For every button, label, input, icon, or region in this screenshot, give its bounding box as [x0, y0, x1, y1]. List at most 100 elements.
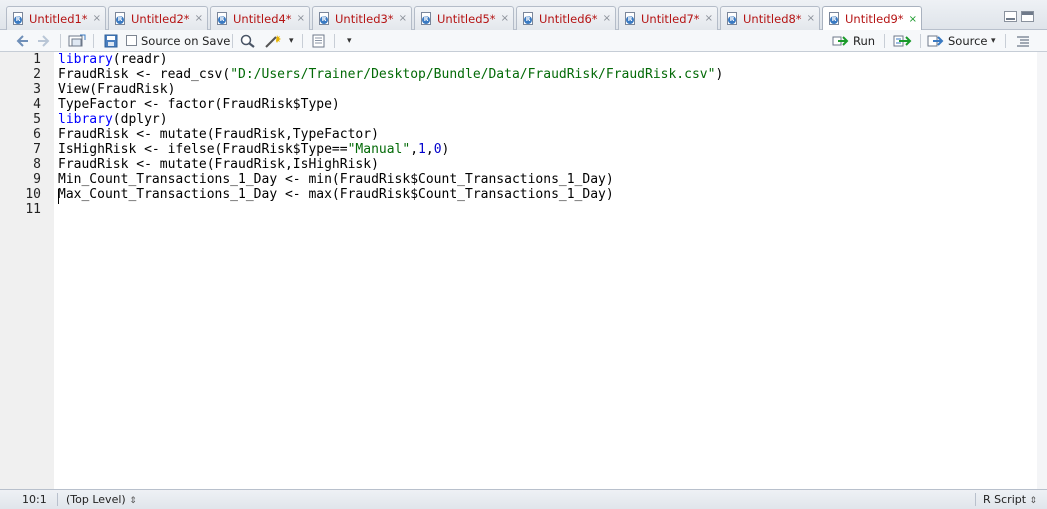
- number-literal: 0: [433, 142, 442, 157]
- source-button[interactable]: Source: [927, 32, 988, 49]
- code-text: FraudRisk <- mutate(FraudRisk,TypeFactor…: [58, 127, 379, 142]
- r-file-icon: R: [624, 11, 637, 26]
- number-literal: 1: [418, 142, 426, 157]
- code-text: FraudRisk <- mutate(FraudRisk,IsHighRisk…: [58, 157, 379, 172]
- code-line-6[interactable]: FraudRisk <- mutate(FraudRisk,TypeFactor…: [58, 127, 379, 142]
- show-in-window-icon[interactable]: [68, 32, 86, 49]
- code-text: IsHighRisk <- ifelse(FraudRisk$Type==: [58, 142, 348, 157]
- code-text: Max_Count_Transactions_1_Day <- max(Frau…: [58, 187, 614, 202]
- vertical-scrollbar[interactable]: [1037, 52, 1047, 489]
- tab-untitled1[interactable]: R Untitled1* ×: [6, 6, 106, 30]
- close-icon[interactable]: ×: [93, 13, 101, 24]
- line-number: 10: [25, 187, 41, 202]
- scope-arrows-icon: ⇕: [129, 496, 137, 506]
- line-number: 7: [33, 142, 41, 157]
- keyword: library: [58, 52, 113, 67]
- tab-untitled9[interactable]: R Untitled9* ×: [822, 6, 922, 31]
- file-type-selector[interactable]: R Script ⇕: [983, 493, 1037, 506]
- run-button[interactable]: Run: [832, 32, 875, 49]
- code-text: (readr): [112, 52, 168, 67]
- minimize-pane-icon[interactable]: [1004, 11, 1017, 22]
- close-icon[interactable]: ×: [195, 13, 203, 24]
- r-file-icon: R: [828, 12, 841, 26]
- scope-selector[interactable]: (Top Level) ⇕: [66, 493, 137, 506]
- r-file-icon: R: [420, 11, 433, 26]
- status-bar: 10:1 (Top Level) ⇕ R Script ⇕: [0, 489, 1047, 509]
- re-run-icon[interactable]: [893, 32, 915, 49]
- tab-untitled8[interactable]: R Untitled8* ×: [720, 6, 820, 30]
- file-type-label: R Script: [983, 493, 1027, 506]
- code-text: ): [441, 142, 450, 157]
- code-text: View(FraudRisk): [58, 82, 176, 97]
- document-outline-icon[interactable]: [1016, 32, 1030, 49]
- tab-untitled6[interactable]: R Untitled6* ×: [516, 6, 616, 30]
- tab-label: Untitled4*: [233, 11, 292, 26]
- tab-bar: R Untitled1* × R Untitled2* × R Untitled…: [0, 0, 1047, 31]
- line-number: 2: [33, 67, 41, 82]
- compile-report-icon[interactable]: [311, 32, 327, 49]
- close-icon[interactable]: ×: [909, 14, 917, 25]
- back-arrow-icon[interactable]: [14, 32, 30, 49]
- code-line-9[interactable]: Min_Count_Transactions_1_Day <- min(Frau…: [58, 172, 614, 187]
- code-line-4[interactable]: TypeFactor <- factor(FraudRisk$Type): [58, 97, 340, 112]
- close-icon[interactable]: ×: [399, 13, 407, 24]
- source-label: Source: [948, 33, 988, 48]
- line-number-gutter: 1 2 3 4 5 6 7 8 9 10 11: [0, 52, 54, 489]
- close-icon[interactable]: ×: [705, 13, 713, 24]
- r-file-icon: R: [522, 11, 535, 26]
- string-literal: "D:/Users/Trainer/Desktop/Bundle/Data/Fr…: [230, 67, 716, 82]
- source-dropdown-icon[interactable]: ▾: [991, 32, 996, 49]
- code-text: ): [715, 67, 724, 82]
- close-icon[interactable]: ×: [807, 13, 815, 24]
- forward-arrow-icon[interactable]: [36, 32, 52, 49]
- close-icon[interactable]: ×: [297, 13, 305, 24]
- save-icon[interactable]: [104, 32, 118, 49]
- code-text: FraudRisk <- read_csv(: [58, 67, 231, 82]
- file-type-arrows-icon: ⇕: [1029, 496, 1038, 506]
- tab-label: Untitled9*: [845, 12, 904, 26]
- code-line-5[interactable]: library(dplyr): [58, 112, 168, 127]
- tab-untitled7[interactable]: R Untitled7* ×: [618, 6, 718, 30]
- tab-label: Untitled8*: [743, 11, 802, 26]
- cursor-position: 10:1: [22, 493, 47, 506]
- code-text: ,: [410, 142, 419, 157]
- line-number: 8: [33, 157, 41, 172]
- maximize-pane-icon[interactable]: [1021, 11, 1034, 22]
- source-on-save-checkbox[interactable]: Source on Save: [126, 32, 230, 49]
- line-number: 4: [33, 97, 41, 112]
- r-file-icon: R: [726, 11, 739, 26]
- tab-untitled2[interactable]: R Untitled2* ×: [108, 6, 208, 30]
- code-tools-dropdown-icon[interactable]: ▾: [289, 32, 294, 49]
- code-line-8[interactable]: FraudRisk <- mutate(FraudRisk,IsHighRisk…: [58, 157, 379, 172]
- string-literal: "Manual": [347, 142, 411, 157]
- tab-untitled3[interactable]: R Untitled3* ×: [312, 6, 412, 30]
- source-arrow-icon: [927, 35, 944, 46]
- line-number: 6: [33, 127, 41, 142]
- code-editor[interactable]: 1 2 3 4 5 6 7 8 9 10 11 library(readr) F…: [0, 52, 1047, 489]
- code-line-3[interactable]: View(FraudRisk): [58, 82, 175, 97]
- text-cursor: [58, 189, 59, 204]
- source-on-save-label: Source on Save: [141, 33, 231, 48]
- run-arrow-icon: [832, 35, 849, 46]
- code-line-1[interactable]: library(readr): [58, 52, 168, 67]
- find-replace-icon[interactable]: [240, 32, 256, 49]
- tab-untitled5[interactable]: R Untitled5* ×: [414, 6, 514, 30]
- more-options-dropdown-icon[interactable]: ▾: [347, 32, 352, 49]
- code-line-7[interactable]: IsHighRisk <- ifelse(FraudRisk$Type=="Ma…: [58, 142, 449, 157]
- code-text: Min_Count_Transactions_1_Day <- min(Frau…: [58, 172, 614, 187]
- code-text: (dplyr): [112, 112, 168, 127]
- close-icon[interactable]: ×: [603, 13, 611, 24]
- source-on-save-check[interactable]: [126, 35, 137, 46]
- scope-label: (Top Level): [66, 493, 126, 506]
- line-number: 9: [33, 172, 41, 187]
- code-line-2[interactable]: FraudRisk <- read_csv("D:/Users/Trainer/…: [58, 67, 723, 82]
- tab-untitled4[interactable]: R Untitled4* ×: [210, 6, 310, 30]
- code-line-10[interactable]: Max_Count_Transactions_1_Day <- max(Frau…: [58, 187, 614, 202]
- code-tools-wand-icon[interactable]: [264, 32, 284, 49]
- close-icon[interactable]: ×: [501, 13, 509, 24]
- r-file-icon: R: [318, 11, 331, 26]
- r-file-icon: R: [216, 11, 229, 26]
- r-file-icon: R: [114, 11, 127, 26]
- code-text: ,: [425, 142, 434, 157]
- code-text: TypeFactor <- factor(FraudRisk$Type): [58, 97, 340, 112]
